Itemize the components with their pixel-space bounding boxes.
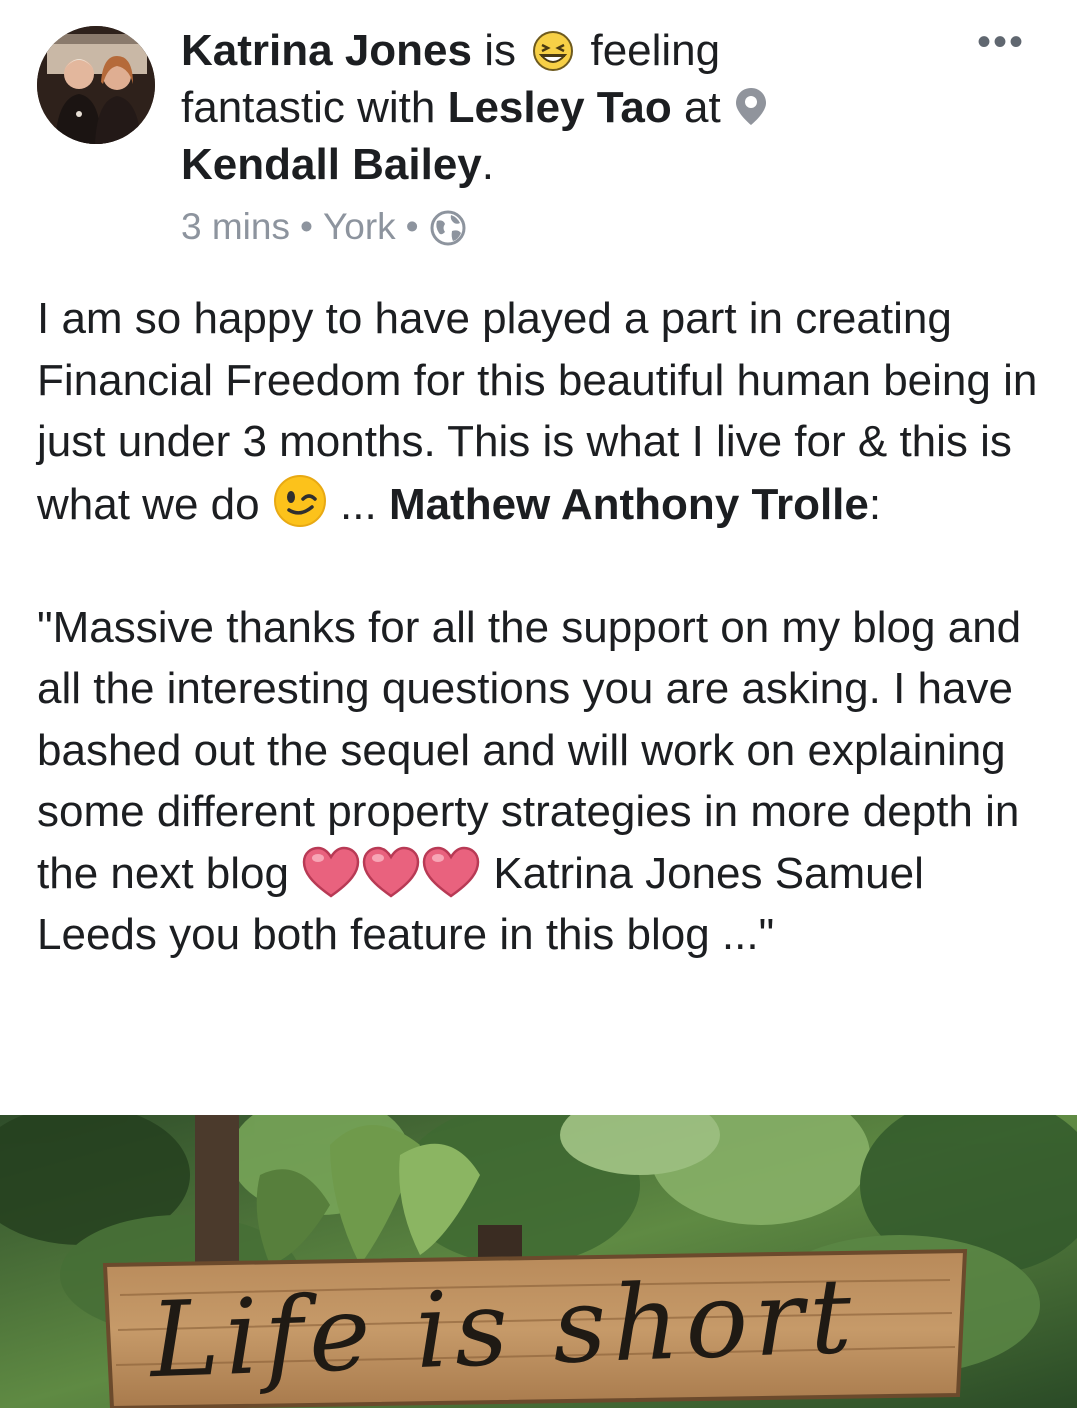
- sign-text: Life is short: [147, 1254, 860, 1402]
- post-meta: 3 mins • York •: [181, 202, 467, 252]
- headline-period: .: [481, 140, 495, 189]
- at-word: at: [683, 83, 721, 132]
- post-headline: Katrina Jones is feeling fantastic with …: [181, 22, 841, 193]
- location-pin-icon: [733, 84, 769, 128]
- tagged-person[interactable]: Lesley Tao: [448, 83, 672, 132]
- more-options-button[interactable]: •••: [973, 22, 1029, 62]
- post-place: York: [322, 206, 396, 247]
- grinning-squint-emoji-icon: [528, 29, 578, 73]
- mentioned-person[interactable]: Mathew Anthony Trolle: [389, 480, 869, 529]
- post-header: Katrina Jones is feeling fantastic with …: [0, 0, 1077, 270]
- post-body: I am so happy to have played a part in c…: [37, 288, 1047, 966]
- author-name[interactable]: Katrina Jones: [181, 26, 472, 75]
- winking-face-emoji-icon: [272, 473, 328, 529]
- avatar[interactable]: [37, 26, 155, 144]
- is-word: is: [484, 26, 516, 75]
- hearts-emoji-icon: [301, 844, 481, 902]
- ellipsis-text: ...: [327, 479, 389, 529]
- post-time[interactable]: 3 mins: [181, 206, 290, 247]
- meta-separator: •: [299, 206, 313, 247]
- mention-colon: :: [868, 479, 882, 529]
- location-name[interactable]: Kendall Bailey: [181, 140, 482, 189]
- globe-icon: [429, 209, 467, 247]
- meta-separator: •: [405, 206, 419, 247]
